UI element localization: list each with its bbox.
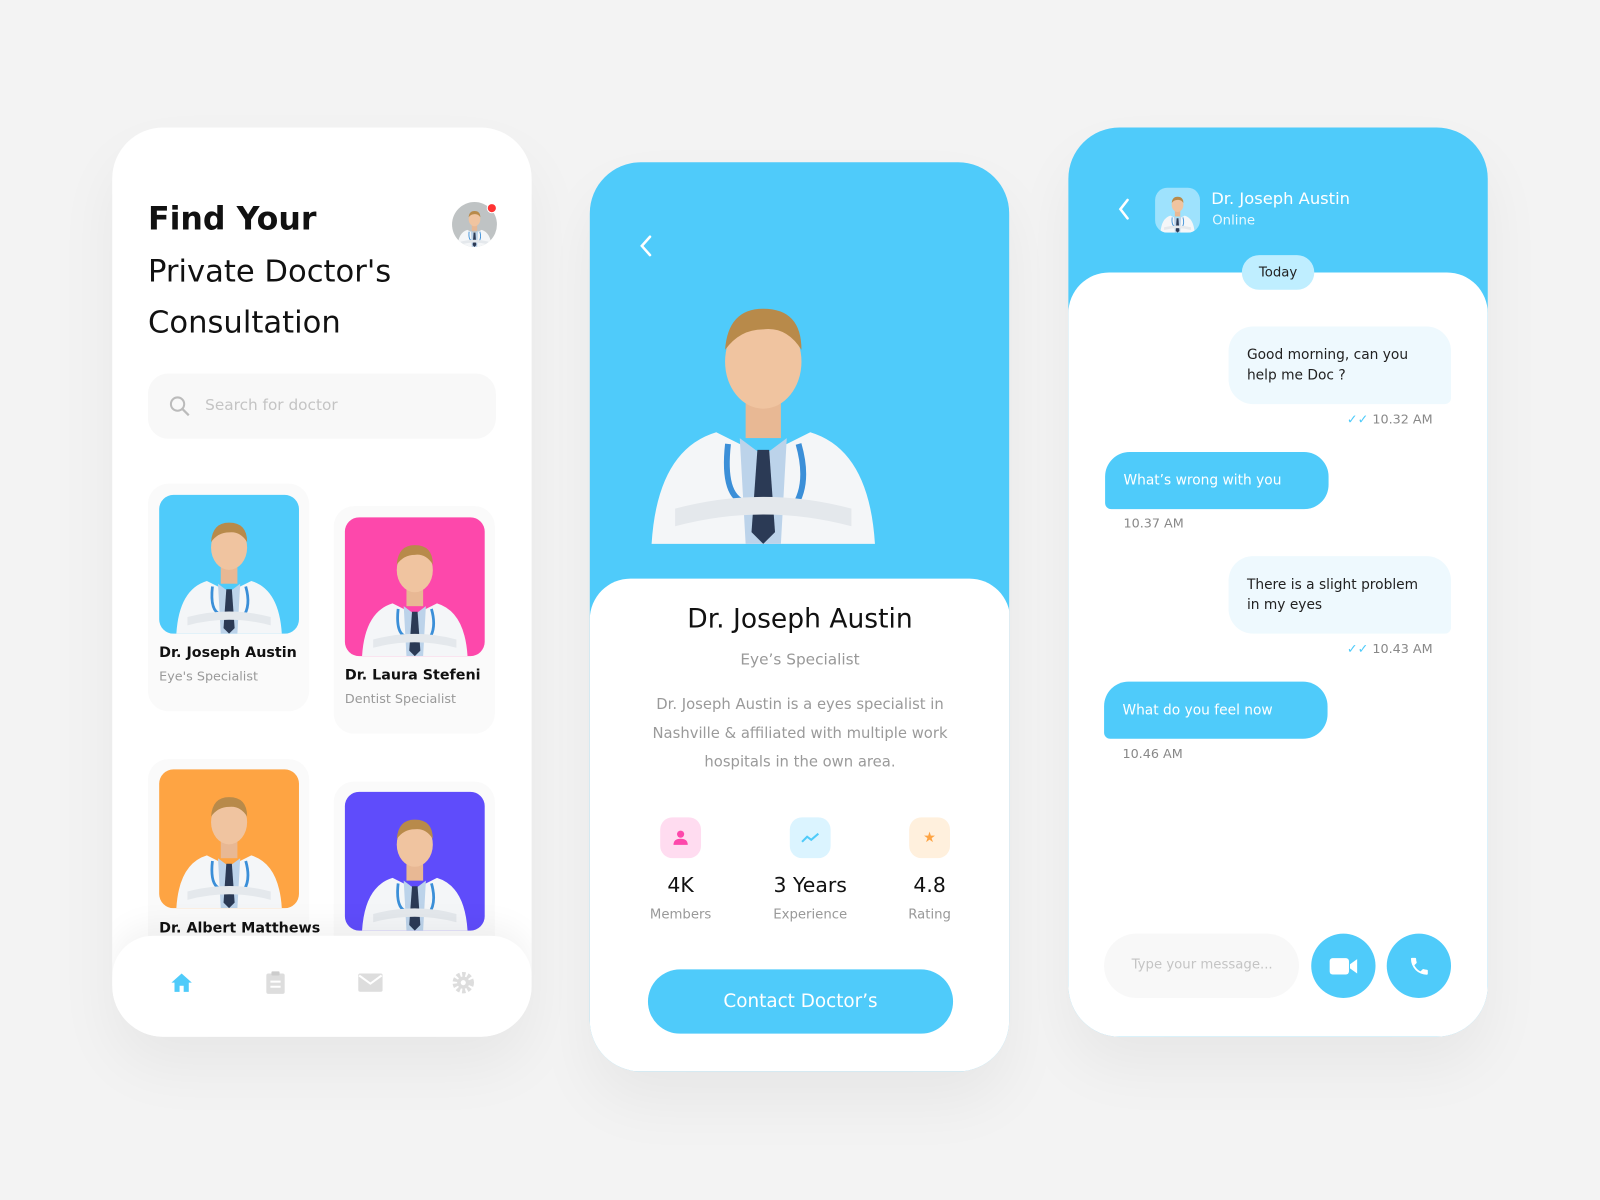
doctor-name: Dr. Laura Stefeni <box>344 667 481 684</box>
home-screen: Find Your Private Doctor's Consultation … <box>112 127 532 1037</box>
search-input[interactable]: Search for doctor <box>147 373 496 439</box>
message-time: ✓✓ 10.43 AM <box>1346 640 1433 657</box>
doctor-photo <box>344 517 485 657</box>
title-bold: Find Your <box>147 201 317 238</box>
message-bubble: What do you feel now <box>1104 681 1328 739</box>
phone-icon <box>1410 957 1428 975</box>
contact-button[interactable]: Contact Doctor’s <box>647 969 954 1034</box>
doctor-card[interactable]: Dr. Laura Stefeni Dentist Specialist <box>333 506 495 734</box>
chat-screen: Dr. Joseph Austin Online Today Good morn… <box>1068 127 1488 1037</box>
doctor-specialty: Eye's Specialist <box>159 668 259 684</box>
title-line-3: Consultation <box>147 305 341 341</box>
message-bubble: Good morning, can you help me Doc ? <box>1228 326 1452 405</box>
profile-screen: Dr. Joseph Austin Eye’s Specialist Dr. J… <box>589 162 1010 1072</box>
voice-call-button[interactable] <box>1386 933 1452 998</box>
doctor-name: Dr. Joseph Austin <box>159 644 297 662</box>
doctor-name: Dr. Joseph Austin <box>687 604 913 635</box>
doctor-specialty: Eye’s Specialist <box>740 649 860 669</box>
search-placeholder: Search for doctor <box>205 395 338 415</box>
message-bubble: There is a slight problem in my eyes <box>1228 556 1452 634</box>
mail-icon[interactable] <box>358 973 383 992</box>
stat-label: Rating <box>908 907 951 923</box>
doctor-photo <box>159 494 299 634</box>
stat-members: 4K Members <box>619 817 741 922</box>
profile-sheet: Dr. Joseph Austin Eye’s Specialist Dr. J… <box>589 578 1010 1072</box>
message-time: ✓✓ 10.32 AM <box>1346 411 1433 427</box>
bottom-nav <box>112 935 532 1037</box>
day-pill: Today <box>1241 255 1315 290</box>
search-icon <box>169 396 190 417</box>
stat-rating: ★ 4.8 Rating <box>868 817 990 922</box>
double-check-icon: ✓✓ <box>1346 411 1373 427</box>
stat-label: Experience <box>773 907 848 923</box>
doctor-photo <box>344 791 485 931</box>
back-icon[interactable] <box>1115 197 1131 221</box>
clipboard-icon[interactable] <box>265 970 285 994</box>
doctor-photo <box>159 769 299 909</box>
stat-value: 4.8 <box>913 872 946 897</box>
stat-value: 3 Years <box>773 872 847 897</box>
stat-label: Members <box>649 907 712 923</box>
video-camera-icon <box>1329 957 1357 974</box>
doctor-photo <box>647 213 953 580</box>
stat-value: 4K <box>667 872 694 897</box>
message-input[interactable]: Type your message... <box>1104 933 1299 998</box>
message-time: 10.37 AM <box>1123 515 1184 531</box>
doctor-name: Dr. Albert Matthews <box>159 920 321 937</box>
chat-status: Online <box>1212 213 1256 229</box>
gear-icon[interactable] <box>452 971 474 994</box>
trend-icon <box>801 832 820 843</box>
double-check-icon: ✓✓ <box>1346 640 1373 657</box>
home-icon[interactable] <box>170 971 192 993</box>
title-line-2: Private Doctor's <box>147 254 392 290</box>
chat-avatar <box>1155 187 1200 233</box>
star-icon: ★ <box>923 829 937 846</box>
user-icon <box>673 830 688 845</box>
message-bubble: What’s wrong with you <box>1105 452 1329 510</box>
message-time: 10.46 AM <box>1122 745 1183 762</box>
notification-dot <box>486 203 497 214</box>
message-placeholder: Type your message... <box>1131 957 1273 973</box>
video-call-button[interactable] <box>1311 933 1376 998</box>
doctor-description: Dr. Joseph Austin is a eyes specialist i… <box>652 696 948 771</box>
stat-experience: 3 Years Experience <box>749 817 871 922</box>
doctor-specialty: Dentist Specialist <box>344 690 457 707</box>
chat-doctor-name: Dr. Joseph Austin <box>1211 188 1350 209</box>
doctor-card[interactable]: Dr. Joseph Austin Eye's Specialist <box>147 483 310 712</box>
